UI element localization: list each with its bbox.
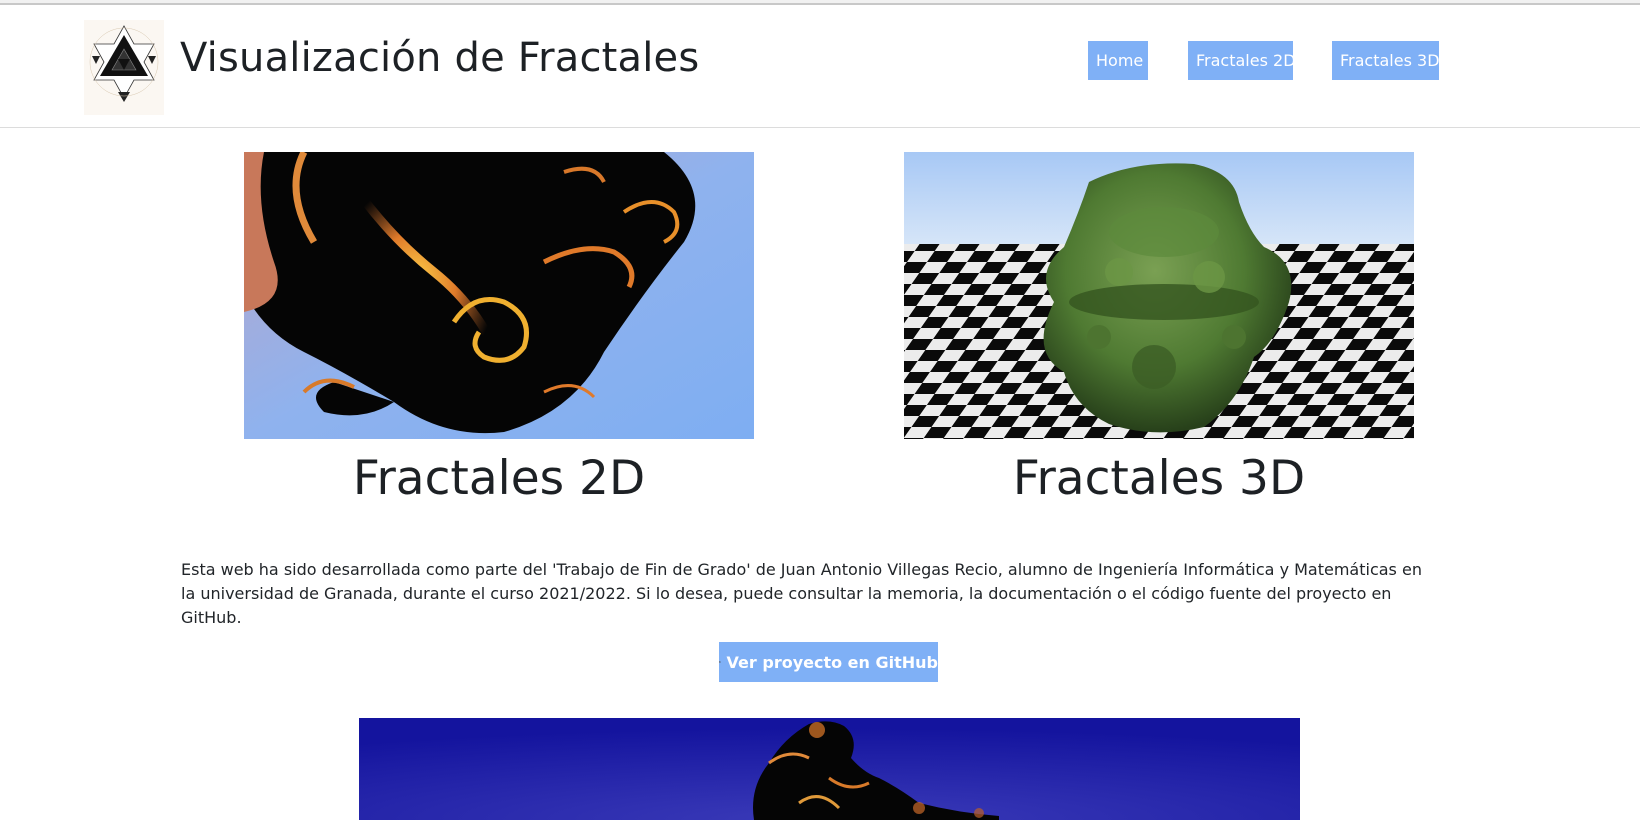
fractal-logo-icon[interactable] bbox=[84, 20, 164, 115]
card-title-fractales-3d[interactable]: Fractales 3D bbox=[904, 451, 1414, 506]
julia-set-spiral-image[interactable] bbox=[244, 152, 754, 439]
github-button-label: Ver proyecto en GitHub bbox=[726, 652, 938, 672]
nav-fractales-3d-button[interactable]: Fractales 3D bbox=[1332, 41, 1440, 80]
card-fractales-2d[interactable]: Fractales 2D bbox=[244, 152, 754, 506]
github-project-button[interactable]: Ver proyecto en GitHub bbox=[719, 642, 938, 682]
mandelbrot-fractal-image bbox=[359, 718, 1300, 820]
nav-home-button[interactable]: Home bbox=[1088, 41, 1148, 80]
site-header: Visualización de Fractales Home Fractale… bbox=[0, 5, 1640, 128]
card-fractales-3d[interactable]: Fractales 3D bbox=[904, 152, 1414, 506]
mandelbulb-on-checkerboard-image[interactable] bbox=[904, 152, 1414, 439]
card-title-fractales-2d[interactable]: Fractales 2D bbox=[244, 451, 754, 506]
nav-fractales-2d-button[interactable]: Fractales 2D bbox=[1188, 41, 1296, 80]
site-title[interactable]: Visualización de Fractales bbox=[180, 35, 699, 81]
intro-paragraph: Esta web ha sido desarrollada como parte… bbox=[181, 560, 1422, 627]
github-icon bbox=[719, 661, 721, 663]
